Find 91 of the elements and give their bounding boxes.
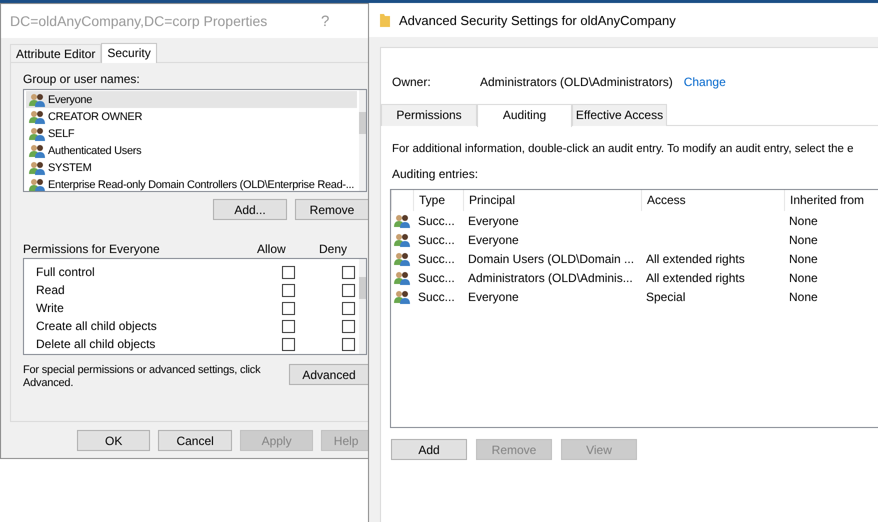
users-icon (29, 160, 45, 174)
table-row[interactable]: Succ... Everyone Special None (391, 287, 878, 306)
user-name: SELF (48, 128, 74, 140)
table-cell-text: None (788, 214, 819, 228)
table-cell-text: Administrators (OLD\Adminis... (467, 270, 634, 284)
owner-label: Owner: (392, 75, 432, 89)
table-cell-text: All extended rights (645, 252, 746, 266)
user-name: Enterprise Read-only Domain Controllers (OLD\Enterprise Read-... (48, 178, 354, 190)
allow-checkbox[interactable] (282, 284, 295, 296)
users-icon (394, 252, 410, 266)
table-cell-text: Domain Users (OLD\Domain ... (467, 252, 636, 266)
list-item[interactable]: CREATOR OWNER (26, 108, 357, 125)
permission-name: Read (36, 283, 66, 297)
change-link[interactable]: Change (684, 75, 726, 89)
column-header[interactable]: Access (641, 190, 784, 211)
deny-checkbox[interactable] (342, 284, 355, 296)
column-header[interactable]: Principal (463, 190, 641, 211)
users-icon (29, 178, 45, 191)
entries-label: Auditing entries: (392, 167, 480, 181)
table-cell-text: None (788, 252, 819, 266)
button[interactable]: OK (77, 430, 150, 451)
table-row[interactable]: Succ... Everyone None (391, 211, 878, 230)
table-cell-text: Everyone (467, 232, 520, 246)
list-item[interactable]: SELF (26, 125, 357, 142)
user-name: Everyone (48, 94, 92, 106)
permission-name: Write (36, 301, 65, 315)
deny-checkbox[interactable] (342, 302, 355, 314)
table-cell-text: Succ... (417, 270, 456, 284)
advanced-note: For special permissions or advanced settings, click Advanced. (23, 364, 262, 390)
owner-name: Administrators (OLD\Administrators) (480, 75, 673, 89)
allow-checkbox[interactable] (282, 338, 295, 350)
users-icon (394, 290, 410, 304)
list-item[interactable]: Enterprise Read-only Domain Controllers (OLD\Enterprise Read-... (26, 176, 357, 191)
users-icon (29, 110, 45, 124)
list-item[interactable]: SYSTEM (26, 159, 357, 176)
permission-name: Delete all child objects (36, 337, 156, 351)
scrollbar[interactable] (359, 90, 366, 191)
column-header: Allow (257, 242, 287, 256)
scrollbar[interactable] (359, 259, 366, 354)
folder-icon (380, 13, 390, 27)
tab[interactable]: Attribute Editor (10, 44, 102, 62)
tab[interactable]: Effective Access (572, 104, 667, 126)
table-cell-text: Succ... (417, 214, 456, 228)
table-row[interactable]: Succ... Administrators (OLD\Adminis... All extended rights None (391, 268, 878, 287)
permission-name: Full control (36, 265, 96, 279)
table-cell-text: Everyone (467, 214, 520, 228)
deny-checkbox[interactable] (342, 338, 355, 350)
users-icon (29, 126, 45, 140)
button[interactable]: Add... (213, 199, 287, 220)
tab[interactable]: Auditing (477, 104, 572, 127)
list-item[interactable]: Authenticated Users (26, 142, 357, 159)
deny-checkbox[interactable] (342, 320, 355, 332)
permission-name: Create all child objects (36, 319, 158, 333)
button[interactable]: Advanced (289, 364, 369, 385)
column-header[interactable]: Inherited from (784, 190, 878, 211)
table-cell-text: All extended rights (645, 270, 746, 284)
user-name: CREATOR OWNER (48, 110, 142, 122)
column-header: Deny (319, 242, 348, 256)
allow-checkbox[interactable] (282, 266, 295, 278)
table-cell-text: Succ... (417, 290, 456, 304)
users-icon (394, 214, 410, 228)
users-icon (29, 92, 45, 106)
button[interactable]: Add (391, 439, 467, 460)
button[interactable]: Cancel (158, 430, 232, 451)
table-cell-text: Succ... (417, 232, 456, 246)
table-cell-text: Special (645, 290, 686, 304)
window-title: DC=oldAnyCompany,DC=corp Properties (10, 13, 268, 29)
allow-checkbox[interactable] (282, 302, 295, 314)
users-icon (394, 270, 410, 284)
info-text: For additional information, double-click an audit entry. To modify an audit entry, select the e (392, 143, 855, 155)
table-cell-text: None (788, 232, 819, 246)
table-row[interactable]: Succ... Everyone None (391, 230, 878, 249)
table-row[interactable]: Succ... Domain Users (OLD\Domain ... All extended rights None (391, 249, 878, 268)
table-cell-text: None (788, 290, 819, 304)
user-name: SYSTEM (48, 162, 92, 174)
users-icon (394, 232, 410, 246)
table-cell-text: Succ... (417, 252, 456, 266)
window-title: Advanced Security Settings for oldAnyCompany (399, 12, 676, 28)
button[interactable]: Remove (295, 199, 369, 220)
list-item[interactable]: Everyone (26, 91, 357, 108)
table-cell-text: None (788, 270, 819, 284)
table-cell-text: Everyone (467, 290, 520, 304)
users-icon (29, 144, 45, 158)
user-name: Authenticated Users (48, 144, 142, 156)
allow-checkbox[interactable] (282, 320, 295, 332)
group-list-label: Group or user names: (23, 72, 141, 87)
column-header[interactable]: Type (413, 190, 463, 211)
tab[interactable]: Permissions (381, 104, 477, 126)
permissions-label: Permissions for Everyone (23, 242, 161, 256)
tab[interactable]: Security (101, 43, 157, 63)
deny-checkbox[interactable] (342, 266, 355, 278)
